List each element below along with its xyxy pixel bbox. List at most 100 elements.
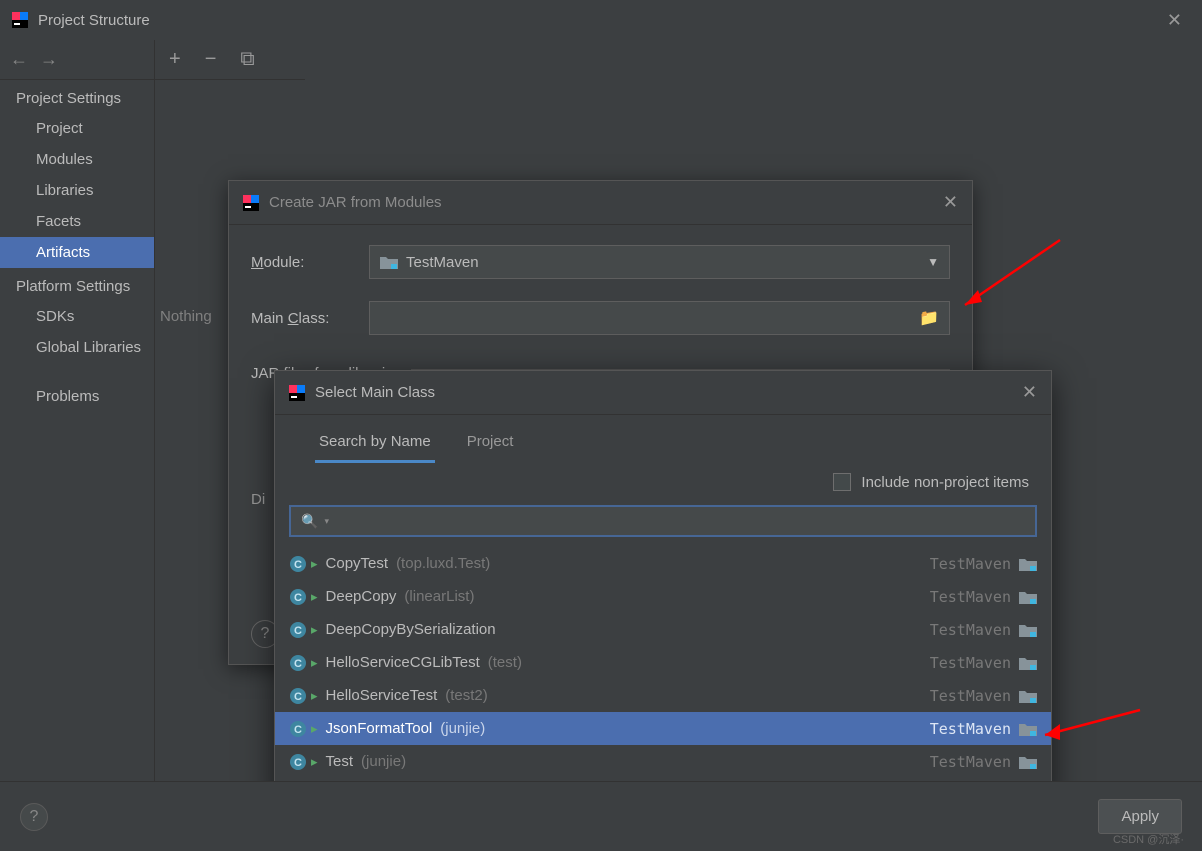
search-icon: 🔍 bbox=[301, 513, 318, 530]
module-value: TestMaven bbox=[406, 254, 479, 271]
browse-folder-icon[interactable]: 📁 bbox=[919, 308, 939, 328]
checkbox-icon bbox=[833, 473, 851, 491]
class-name: DeepCopyBySerialization bbox=[326, 621, 496, 638]
copy-icon[interactable]: ⧉ bbox=[240, 48, 254, 71]
result-row[interactable]: C ▸ CopyTest (top.luxd.Test) TestMaven bbox=[275, 547, 1051, 580]
apply-button[interactable]: Apply bbox=[1098, 799, 1182, 834]
class-name: CopyTest bbox=[326, 555, 389, 572]
result-row[interactable]: C ▸ Test (junjie) TestMaven bbox=[275, 745, 1051, 778]
app-icon bbox=[243, 195, 259, 211]
folder-icon bbox=[1019, 689, 1037, 703]
folder-icon bbox=[1019, 656, 1037, 670]
search-options-icon[interactable]: ▾ bbox=[324, 516, 329, 527]
run-icon: ▸ bbox=[311, 688, 318, 704]
folder-icon bbox=[1019, 623, 1037, 637]
sidebar-item-artifacts[interactable]: Artifacts bbox=[0, 237, 154, 268]
class-icon: C bbox=[289, 654, 307, 672]
close-icon[interactable]: ✕ bbox=[1159, 6, 1190, 35]
svg-text:C: C bbox=[294, 625, 302, 637]
mainclass-label: Main Class: bbox=[251, 310, 369, 327]
folder-icon bbox=[1019, 755, 1037, 769]
search-input[interactable]: 🔍 ▾ bbox=[289, 505, 1037, 537]
folder-icon bbox=[1019, 722, 1037, 736]
class-package: (test) bbox=[488, 654, 522, 671]
result-row[interactable]: C▸ HelloServiceCGLibTest (test) TestMaven bbox=[275, 646, 1051, 679]
tab-project[interactable]: Project bbox=[463, 425, 518, 463]
run-icon: ▸ bbox=[311, 622, 318, 638]
class-package: (linearList) bbox=[404, 588, 474, 605]
titlebar: Project Structure ✕ bbox=[0, 0, 1202, 40]
svg-text:C: C bbox=[294, 592, 302, 604]
sidebar-item-libraries[interactable]: Libraries bbox=[0, 175, 154, 206]
class-icon: C bbox=[289, 621, 307, 639]
svg-text:C: C bbox=[294, 724, 302, 736]
jar-dialog-title: Create JAR from Modules bbox=[269, 194, 442, 211]
sidebar-item-problems[interactable]: Problems bbox=[0, 381, 154, 412]
class-name: Test bbox=[326, 753, 354, 770]
svg-text:C: C bbox=[294, 559, 302, 571]
mainclass-input[interactable]: 📁 bbox=[369, 301, 950, 335]
result-row[interactable]: C ▸ DeepCopyBySerialization TestMaven bbox=[275, 613, 1051, 646]
result-row[interactable]: C▸JsonFormatTool (junjie)TestMaven bbox=[275, 712, 1051, 745]
footer: ? Apply bbox=[0, 781, 1202, 851]
jar-dialog-header: Create JAR from Modules ✕ bbox=[229, 181, 972, 225]
run-icon: ▸ bbox=[311, 754, 318, 770]
class-name: DeepCopy bbox=[326, 588, 397, 605]
class-module: TestMaven bbox=[930, 687, 1011, 705]
class-icon: C bbox=[289, 720, 307, 738]
folder-icon bbox=[1019, 590, 1037, 604]
class-module: TestMaven bbox=[930, 555, 1011, 573]
class-name: HelloServiceTest bbox=[326, 687, 438, 704]
add-icon[interactable]: + bbox=[169, 48, 181, 71]
include-nonproject-checkbox[interactable]: Include non-project items bbox=[833, 473, 1029, 491]
run-icon: ▸ bbox=[311, 721, 318, 737]
run-icon: ▸ bbox=[311, 655, 318, 671]
sidebar-item-modules[interactable]: Modules bbox=[0, 144, 154, 175]
class-package: (junjie) bbox=[440, 720, 485, 737]
sidebar-item-global-libraries[interactable]: Global Libraries bbox=[0, 332, 154, 363]
module-select[interactable]: TestMaven ▼ bbox=[369, 245, 950, 279]
help-icon[interactable]: ? bbox=[20, 803, 48, 831]
app-icon bbox=[289, 385, 305, 401]
result-list: C▸CopyTest (top.luxd.Test)TestMavenC▸Dee… bbox=[275, 547, 1051, 778]
svg-text:C: C bbox=[294, 757, 302, 769]
class-icon: C bbox=[289, 588, 307, 606]
class-package: (junjie) bbox=[361, 753, 406, 770]
run-icon: ▸ bbox=[311, 556, 318, 572]
class-module: TestMaven bbox=[930, 654, 1011, 672]
chevron-down-icon: ▼ bbox=[927, 255, 939, 269]
class-icon: C bbox=[289, 687, 307, 705]
class-package: (test2) bbox=[445, 687, 488, 704]
sidebar-item-facets[interactable]: Facets bbox=[0, 206, 154, 237]
include-nonproject-label: Include non-project items bbox=[861, 474, 1029, 491]
section-platform-settings: Platform Settings bbox=[0, 268, 154, 301]
artifacts-toolbar: + − ⧉ bbox=[155, 40, 305, 80]
class-icon: C bbox=[289, 753, 307, 771]
sidebar-item-project[interactable]: Project bbox=[0, 113, 154, 144]
class-module: TestMaven bbox=[930, 720, 1011, 738]
class-package: (top.luxd.Test) bbox=[396, 555, 490, 572]
app-icon bbox=[12, 12, 28, 28]
mainclass-dialog-header: Select Main Class ✕ bbox=[275, 371, 1051, 415]
close-icon[interactable]: ✕ bbox=[943, 192, 958, 213]
result-row[interactable]: C ▸ DeepCopy (linearList) TestMaven bbox=[275, 580, 1051, 613]
window-title: Project Structure bbox=[38, 12, 150, 29]
class-module: TestMaven bbox=[930, 621, 1011, 639]
folder-icon bbox=[1019, 557, 1037, 571]
module-label: Module: bbox=[251, 254, 369, 271]
tabs: Search by Name Project bbox=[275, 415, 1051, 463]
remove-icon[interactable]: − bbox=[205, 48, 217, 71]
run-icon: ▸ bbox=[311, 589, 318, 605]
class-name: HelloServiceCGLibTest bbox=[326, 654, 480, 671]
tab-search-by-name[interactable]: Search by Name bbox=[315, 425, 435, 463]
di-truncated-label: Di bbox=[251, 491, 265, 508]
svg-text:C: C bbox=[294, 691, 302, 703]
close-icon[interactable]: ✕ bbox=[1022, 382, 1037, 403]
class-module: TestMaven bbox=[930, 753, 1011, 771]
back-icon[interactable]: ← bbox=[10, 49, 28, 70]
class-module: TestMaven bbox=[930, 588, 1011, 606]
sidebar-item-sdks[interactable]: SDKs bbox=[0, 301, 154, 332]
section-project-settings: Project Settings bbox=[0, 80, 154, 113]
result-row[interactable]: C ▸ HelloServiceTest (test2) TestMaven bbox=[275, 679, 1051, 712]
forward-icon[interactable]: → bbox=[40, 49, 58, 70]
